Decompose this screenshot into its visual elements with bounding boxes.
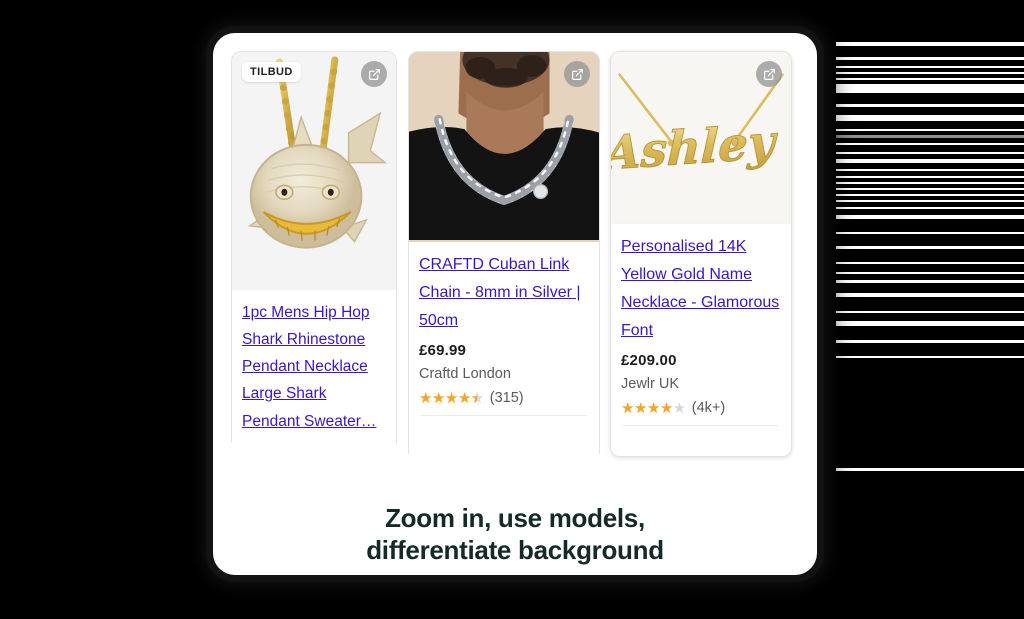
stripe-row [836, 356, 1024, 358]
external-link-icon[interactable] [564, 61, 590, 87]
product-card[interactable]: TILBUD 1pc Mens Hip Hop Shark Rhinestone… [231, 51, 397, 443]
stripe-artifact-band [836, 0, 1024, 619]
product-title-link[interactable]: Personalised 14K Yellow Gold Name Neckla… [621, 233, 781, 345]
product-thumbnail[interactable]: Ashley [611, 52, 791, 224]
product-thumbnail[interactable] [409, 52, 599, 242]
shark-pendant-image [232, 52, 396, 288]
stripe-row [836, 246, 1024, 249]
caption-text: Zoom in, use models, differentiate backg… [213, 503, 817, 566]
stripe-row [836, 78, 1024, 80]
stripe-row [836, 340, 1024, 343]
divider [421, 415, 587, 416]
caption-line-1: Zoom in, use models, [385, 503, 645, 533]
stripe-row [836, 152, 1024, 154]
product-rating: ★★★★★ ★★★★★ (4k+) [621, 400, 781, 416]
divider [623, 425, 779, 426]
product-thumbnail[interactable]: TILBUD [232, 52, 396, 290]
stripe-row [836, 272, 1024, 274]
stripe-row [836, 262, 1024, 264]
stripe-row [836, 232, 1024, 234]
product-price: £209.00 [621, 352, 677, 369]
stripe-row [836, 66, 1024, 68]
stripe-row [836, 215, 1024, 219]
stripe-row [836, 200, 1024, 202]
caption-line-2: differentiate background [366, 534, 664, 565]
stripe-row [836, 321, 1024, 326]
stripe-row [836, 176, 1024, 178]
stripe-row [836, 194, 1024, 196]
stripe-row [836, 188, 1024, 190]
stripe-row [836, 293, 1024, 297]
stripe-row [836, 42, 1024, 46]
product-card-row: TILBUD 1pc Mens Hip Hop Shark Rhinestone… [213, 33, 817, 457]
star-rating-icon: ★★★★★ ★★★★★ [419, 389, 484, 407]
stripe-row [836, 468, 1024, 471]
product-merchant: Craftd London [419, 366, 511, 382]
stripe-row [836, 159, 1024, 163]
stripe-row [836, 311, 1024, 313]
product-info: 1pc Mens Hip Hop Shark Rhinestone Pendan… [232, 290, 396, 435]
product-merchant: Jewlr UK [621, 376, 680, 392]
product-card[interactable]: CRAFTD Cuban Link Chain - 8mm in Silver … [408, 51, 600, 454]
content-panel: TILBUD 1pc Mens Hip Hop Shark Rhinestone… [213, 33, 817, 575]
product-info: CRAFTD Cuban Link Chain - 8mm in Silver … [409, 242, 599, 416]
stripe-row [836, 182, 1024, 184]
star-rating-icon: ★★★★★ ★★★★★ [621, 399, 686, 417]
stripe-row [836, 57, 1024, 60]
stripe-row [836, 84, 1024, 93]
stripe-row [836, 169, 1024, 171]
discount-badge: TILBUD [242, 62, 301, 82]
stripe-row [836, 143, 1024, 145]
product-card[interactable]: Ashley Personalised 14K Yellow Gold Name… [610, 51, 792, 457]
stripe-row [836, 135, 1024, 138]
stripe-row [836, 129, 1024, 131]
stripe-row [836, 72, 1024, 74]
stripe-row [836, 207, 1024, 209]
rating-count: (4k+) [691, 400, 726, 416]
product-rating: ★★★★★ ★★★★★ (315) [419, 390, 589, 406]
product-title-link[interactable]: CRAFTD Cuban Link Chain - 8mm in Silver … [419, 251, 589, 335]
product-price: £69.99 [419, 342, 467, 359]
stripe-row [836, 104, 1024, 107]
stripe-row [836, 115, 1024, 121]
rating-count: (315) [489, 390, 524, 406]
product-title-link[interactable]: 1pc Mens Hip Hop Shark Rhinestone Pendan… [242, 299, 386, 435]
screenshot-root: TILBUD 1pc Mens Hip Hop Shark Rhinestone… [0, 0, 1024, 619]
product-info: Personalised 14K Yellow Gold Name Neckla… [611, 224, 791, 426]
external-link-icon[interactable] [756, 61, 782, 87]
stripe-row [836, 280, 1024, 283]
external-link-icon[interactable] [361, 61, 387, 87]
